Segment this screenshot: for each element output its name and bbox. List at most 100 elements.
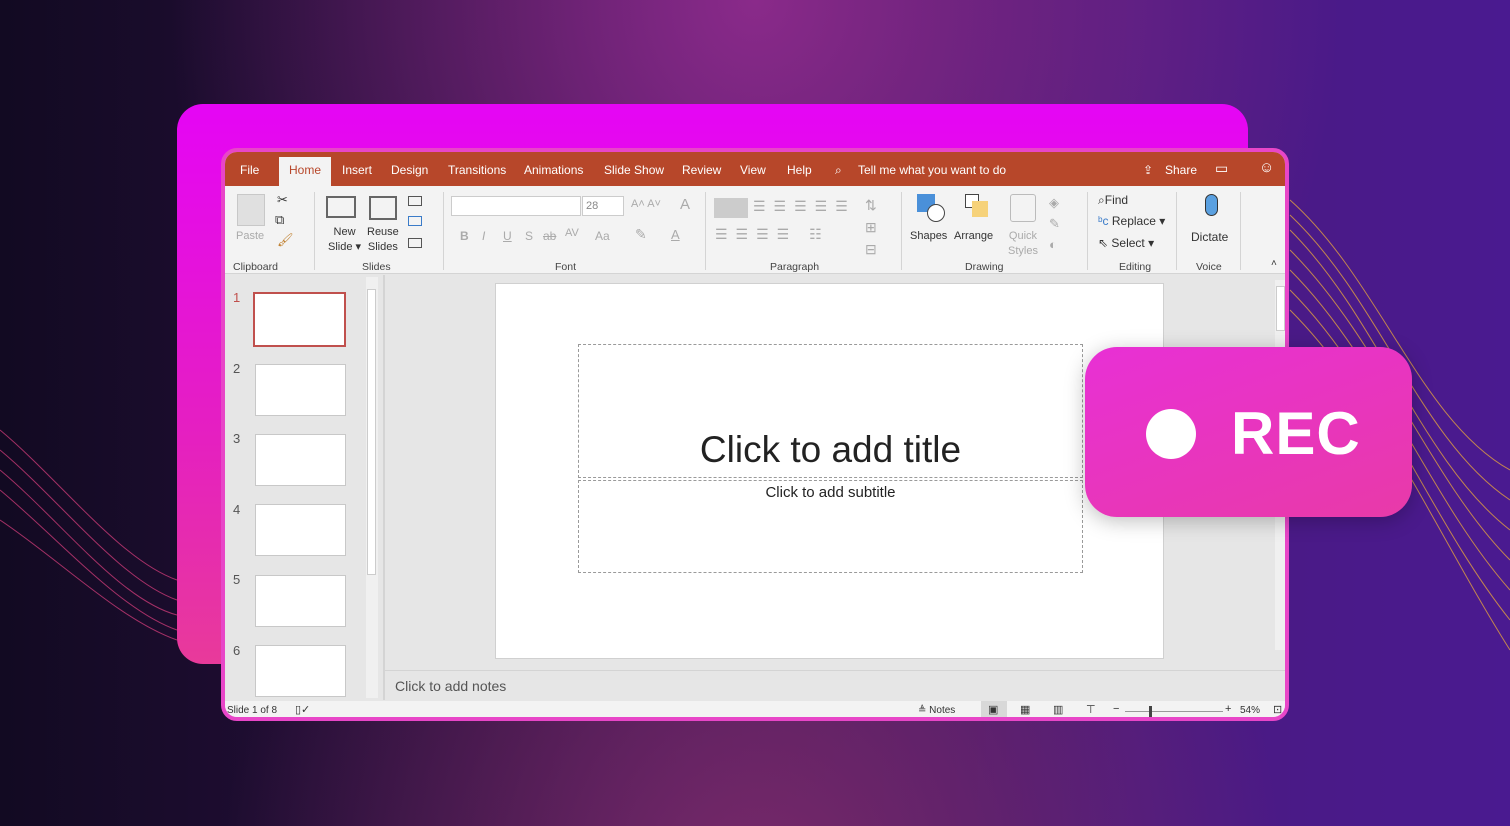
- find-label: Find: [1104, 193, 1129, 207]
- thumbnail-slide[interactable]: [255, 434, 346, 486]
- notes-toggle[interactable]: ≜ Notes: [918, 705, 955, 716]
- new-slide-label-2: Slide: [328, 241, 353, 253]
- thumbnail-number: 2: [233, 361, 241, 376]
- thumbnail-number: 4: [233, 502, 241, 517]
- font-color-button[interactable]: A: [671, 227, 680, 242]
- search-icon: ⌕: [835, 163, 842, 177]
- text-direction-icons[interactable]: ⇅ ⊞ ⊟: [865, 194, 877, 260]
- grow-font-icon[interactable]: A˄ A˅: [631, 198, 661, 210]
- shape-fill-outline-effects-icons[interactable]: ◈ ✎ ◐: [1049, 192, 1060, 255]
- tab-animations[interactable]: Animations: [524, 163, 583, 177]
- tab-design[interactable]: Design: [391, 163, 428, 177]
- shadow-button[interactable]: S: [525, 229, 533, 243]
- italic-button[interactable]: I: [482, 229, 485, 243]
- new-slide-label-1: New: [333, 226, 356, 238]
- layout-icon[interactable]: [408, 196, 422, 206]
- group-label-slides: Slides: [362, 261, 391, 273]
- font-name-input[interactable]: [451, 196, 581, 216]
- font-size-input[interactable]: 28: [582, 196, 624, 216]
- shapes-button[interactable]: Shapes: [910, 230, 947, 242]
- character-spacing-button[interactable]: AV: [565, 227, 579, 239]
- reset-icon[interactable]: [408, 216, 422, 226]
- pane-divider: [383, 275, 385, 700]
- thumbnail-slide[interactable]: [255, 364, 346, 416]
- bold-button[interactable]: B: [460, 229, 469, 243]
- slideshow-view-icon[interactable]: ⊤: [1086, 703, 1096, 716]
- section-icon[interactable]: [408, 238, 422, 248]
- group-label-clipboard: Clipboard: [233, 261, 278, 273]
- thumbnail-slide[interactable]: [255, 575, 346, 627]
- tab-help[interactable]: Help: [787, 163, 812, 177]
- tab-home[interactable]: Home: [279, 157, 332, 186]
- tab-view[interactable]: View: [740, 163, 766, 177]
- thumbnail-slide[interactable]: [255, 504, 346, 556]
- find-button[interactable]: ⌕Find: [1098, 193, 1128, 208]
- zoom-out-button[interactable]: −: [1113, 703, 1119, 715]
- change-case-button[interactable]: Aa: [595, 229, 610, 243]
- microphone-icon: [1205, 194, 1218, 216]
- scrollbar-thumb[interactable]: [1276, 286, 1285, 331]
- arrange-icon-back: [972, 201, 988, 217]
- highlight-icon[interactable]: ✎: [635, 226, 647, 243]
- dictate-button[interactable]: Dictate: [1191, 230, 1228, 244]
- new-slide-icon: [326, 196, 356, 218]
- notes-label: Notes: [929, 705, 956, 716]
- scrollbar-thumb[interactable]: [367, 289, 376, 575]
- select-button[interactable]: ⇖ Select ▾: [1098, 236, 1154, 250]
- copy-icon[interactable]: ⧉: [275, 212, 284, 228]
- thumbnail-slide[interactable]: [255, 645, 346, 697]
- slide-canvas: Click to add title Click to add subtitle: [495, 283, 1164, 659]
- quick-styles-button[interactable]: Quick Styles: [1008, 229, 1038, 259]
- subtitle-placeholder[interactable]: Click to add subtitle: [578, 480, 1083, 573]
- spell-check-icon[interactable]: ▯✓: [295, 703, 310, 716]
- thumbnails-scrollbar[interactable]: [366, 277, 378, 698]
- quick-styles-label-2: Styles: [1008, 245, 1038, 257]
- quick-styles-icon: [1010, 194, 1036, 222]
- underline-button[interactable]: U: [503, 229, 512, 243]
- strikethrough-button[interactable]: ab: [543, 229, 556, 243]
- tab-transitions[interactable]: Transitions: [448, 163, 506, 177]
- reuse-label-2: Slides: [367, 241, 398, 253]
- arrange-button[interactable]: Arrange: [954, 230, 993, 242]
- find-icon: ⌕: [1098, 193, 1105, 207]
- share-icon: ⇪: [1143, 163, 1154, 177]
- group-label-voice: Voice: [1196, 261, 1222, 273]
- tab-insert[interactable]: Insert: [342, 163, 372, 177]
- normal-view-icon: ▣: [988, 704, 999, 716]
- format-painter-icon[interactable]: 🖌: [277, 232, 294, 248]
- alignment-icons[interactable]: ☰☰☰☰ ☷: [715, 226, 830, 243]
- title-placeholder[interactable]: Click to add title: [578, 344, 1083, 478]
- reading-view-icon[interactable]: ▥: [1053, 703, 1063, 716]
- reuse-slides-button[interactable]: Reuse Slides: [367, 225, 399, 255]
- zoom-level[interactable]: 54%: [1240, 705, 1260, 716]
- rec-label: REC: [1231, 400, 1361, 467]
- zoom-in-button[interactable]: +: [1225, 703, 1231, 715]
- tell-me-search[interactable]: Tell me what you want to do: [858, 163, 1006, 177]
- bullets-icon[interactable]: [714, 198, 748, 218]
- reuse-label-1: Reuse: [367, 226, 399, 238]
- tab-file[interactable]: File: [240, 163, 259, 177]
- comments-icon[interactable]: ▭: [1215, 160, 1228, 177]
- new-slide-button[interactable]: New Slide ▾: [328, 225, 361, 255]
- ribbon-tab-bar: File Home Insert Design Transitions Anim…: [225, 152, 1285, 186]
- paste-button[interactable]: Paste: [236, 230, 264, 242]
- collapse-ribbon-icon[interactable]: ˄: [1271, 258, 1277, 269]
- zoom-slider-thumb[interactable]: [1149, 706, 1152, 717]
- share-button[interactable]: Share: [1165, 163, 1197, 177]
- slide-sorter-icon[interactable]: ▦: [1020, 703, 1030, 716]
- fit-to-window-icon[interactable]: ⊡: [1273, 703, 1282, 716]
- replace-button[interactable]: ᵇc Replace ▾: [1098, 214, 1165, 228]
- zoom-slider[interactable]: [1125, 711, 1223, 712]
- group-label-paragraph: Paragraph: [770, 261, 820, 273]
- clear-formatting-icon[interactable]: A: [680, 196, 690, 213]
- smiley-icon[interactable]: ☺: [1259, 159, 1274, 176]
- list-indent-icons[interactable]: ☰☰☰☰☰: [753, 198, 856, 215]
- cut-icon[interactable]: ✂: [277, 192, 288, 208]
- tab-review[interactable]: Review: [682, 163, 721, 177]
- thumbnail-number: 6: [233, 643, 241, 658]
- group-label-drawing: Drawing: [965, 261, 1004, 273]
- tab-slide-show[interactable]: Slide Show: [604, 163, 664, 177]
- notes-field[interactable]: Click to add notes: [385, 670, 1285, 700]
- thumbnail-slide[interactable]: [253, 292, 346, 347]
- rec-badge: REC: [1085, 347, 1412, 517]
